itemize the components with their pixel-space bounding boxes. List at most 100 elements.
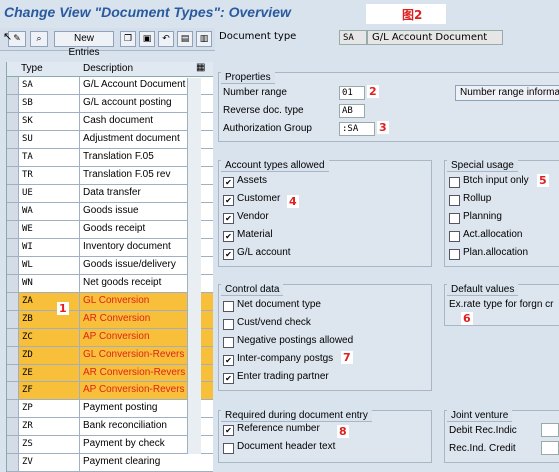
row-selector[interactable] bbox=[7, 292, 19, 310]
row-selector[interactable] bbox=[7, 94, 19, 112]
description-cell[interactable]: Bank reconciliation bbox=[81, 418, 193, 435]
table-row[interactable]: ZA GL Conversion bbox=[7, 292, 213, 311]
description-cell[interactable]: AP Conversion bbox=[81, 329, 193, 346]
table-row[interactable]: SA G/L Account Document bbox=[7, 77, 213, 95]
description-cell[interactable]: Goods issue bbox=[81, 203, 193, 220]
row-selector[interactable] bbox=[7, 382, 19, 400]
type-cell[interactable]: TA bbox=[20, 148, 80, 166]
description-cell[interactable]: Payment clearing bbox=[81, 454, 193, 471]
row-selector[interactable] bbox=[7, 274, 19, 292]
row-selector[interactable] bbox=[7, 454, 19, 472]
checkbox[interactable] bbox=[223, 301, 234, 312]
credit-rec-indic-field[interactable] bbox=[541, 441, 559, 455]
table-row[interactable]: ZC AP Conversion bbox=[7, 328, 213, 347]
description-cell[interactable]: Payment by check bbox=[81, 436, 193, 453]
table-row[interactable]: WE Goods receipt bbox=[7, 220, 213, 239]
number-range-field[interactable]: 01 bbox=[339, 86, 365, 100]
description-cell[interactable]: Cash document bbox=[81, 113, 193, 130]
table-row[interactable]: TA Translation F.05 bbox=[7, 148, 213, 167]
type-cell[interactable]: WN bbox=[20, 274, 80, 292]
table-scrollbar[interactable] bbox=[187, 78, 201, 454]
table-row[interactable]: ZF AP Conversion-Revers bbox=[7, 382, 213, 401]
row-selector[interactable] bbox=[7, 166, 19, 184]
checkbox[interactable] bbox=[449, 249, 460, 260]
row-selector[interactable] bbox=[7, 112, 19, 130]
table-row[interactable]: ZB AR Conversion bbox=[7, 310, 213, 329]
row-selector[interactable] bbox=[7, 328, 19, 346]
select-all-icon[interactable]: ▤ bbox=[177, 31, 193, 47]
checkbox[interactable]: ✔ bbox=[223, 195, 234, 206]
type-cell[interactable]: ZV bbox=[20, 454, 80, 472]
search-icon[interactable]: ⌕ bbox=[30, 31, 48, 47]
table-row[interactable]: SB G/L account posting bbox=[7, 94, 213, 113]
checkbox[interactable] bbox=[449, 195, 460, 206]
type-cell[interactable]: ZD bbox=[20, 346, 80, 364]
row-selector[interactable] bbox=[7, 238, 19, 256]
checkbox[interactable] bbox=[223, 443, 234, 454]
type-cell[interactable]: WA bbox=[20, 202, 80, 220]
table-row[interactable]: WA Goods issue bbox=[7, 202, 213, 221]
table-row[interactable]: ZS Payment by check bbox=[7, 436, 213, 455]
description-cell[interactable]: Adjustment document bbox=[81, 131, 193, 148]
table-row[interactable]: ZE AR Conversion-Revers bbox=[7, 364, 213, 383]
checkbox[interactable] bbox=[223, 319, 234, 330]
description-cell[interactable]: GL Conversion bbox=[81, 293, 193, 310]
row-selector[interactable] bbox=[7, 436, 19, 454]
checkbox[interactable]: ✔ bbox=[223, 231, 234, 242]
table-row[interactable]: ZR Bank reconciliation bbox=[7, 418, 213, 437]
row-selector[interactable] bbox=[7, 256, 19, 274]
table-row[interactable]: WI Inventory document bbox=[7, 238, 213, 257]
table-row[interactable]: UE Data transfer bbox=[7, 184, 213, 203]
description-cell[interactable]: Translation F.05 bbox=[81, 149, 193, 166]
description-cell[interactable]: G/L Account Document bbox=[81, 77, 193, 94]
description-cell[interactable]: AP Conversion-Revers bbox=[81, 382, 193, 399]
row-selector[interactable] bbox=[7, 130, 19, 148]
row-selector[interactable] bbox=[7, 418, 19, 436]
table-row[interactable]: ZP Payment posting bbox=[7, 400, 213, 419]
row-selector[interactable] bbox=[7, 364, 19, 382]
undo-icon[interactable]: ↶ bbox=[158, 31, 174, 47]
description-cell[interactable]: Goods receipt bbox=[81, 221, 193, 238]
table-row[interactable]: ZV Payment clearing bbox=[7, 454, 213, 472]
type-cell[interactable]: ZP bbox=[20, 400, 80, 418]
type-cell[interactable]: ZB bbox=[20, 310, 80, 328]
type-cell[interactable]: WI bbox=[20, 238, 80, 256]
row-selector[interactable] bbox=[7, 148, 19, 166]
type-cell[interactable]: ZS bbox=[20, 436, 80, 454]
description-cell[interactable]: AR Conversion-Revers bbox=[81, 365, 193, 382]
description-cell[interactable]: GL Conversion-Revers bbox=[81, 347, 193, 364]
description-cell[interactable]: Data transfer bbox=[81, 185, 193, 202]
checkbox[interactable] bbox=[449, 231, 460, 242]
column-settings-icon[interactable]: ▦ bbox=[196, 62, 205, 73]
description-cell[interactable]: Inventory document bbox=[81, 239, 193, 256]
checkbox[interactable]: ✔ bbox=[223, 177, 234, 188]
deselect-all-icon[interactable]: ▥ bbox=[196, 31, 212, 47]
checkbox[interactable]: ✔ bbox=[223, 213, 234, 224]
description-cell[interactable]: AR Conversion bbox=[81, 311, 193, 328]
table-row[interactable]: ZD GL Conversion-Revers bbox=[7, 346, 213, 365]
number-range-info-button[interactable]: Number range information bbox=[455, 85, 559, 101]
table-row[interactable]: SK Cash document bbox=[7, 112, 213, 131]
row-selector[interactable] bbox=[7, 400, 19, 418]
row-selector[interactable] bbox=[7, 184, 19, 202]
description-cell[interactable]: G/L account posting bbox=[81, 95, 193, 112]
type-cell[interactable]: ZA bbox=[20, 292, 80, 310]
checkbox[interactable] bbox=[449, 213, 460, 224]
type-cell[interactable]: SA bbox=[20, 77, 80, 94]
type-cell[interactable]: SK bbox=[20, 112, 80, 130]
description-cell[interactable]: Goods issue/delivery bbox=[81, 257, 193, 274]
type-cell[interactable]: SB bbox=[20, 94, 80, 112]
checkbox[interactable]: ✔ bbox=[223, 373, 234, 384]
checkbox[interactable] bbox=[449, 177, 460, 188]
type-cell[interactable]: ZR bbox=[20, 418, 80, 436]
table-row[interactable]: WN Net goods receipt bbox=[7, 274, 213, 293]
type-cell[interactable]: ZE bbox=[20, 364, 80, 382]
row-selector[interactable] bbox=[7, 346, 19, 364]
type-cell[interactable]: WE bbox=[20, 220, 80, 238]
type-cell[interactable]: WL bbox=[20, 256, 80, 274]
table-row[interactable]: WL Goods issue/delivery bbox=[7, 256, 213, 275]
new-entries-button[interactable]: New Entries bbox=[54, 31, 114, 58]
authorization-group-field[interactable]: :SA bbox=[339, 122, 375, 136]
description-cell[interactable]: Translation F.05 rev bbox=[81, 167, 193, 184]
save-icon[interactable]: ▣ bbox=[139, 31, 155, 47]
